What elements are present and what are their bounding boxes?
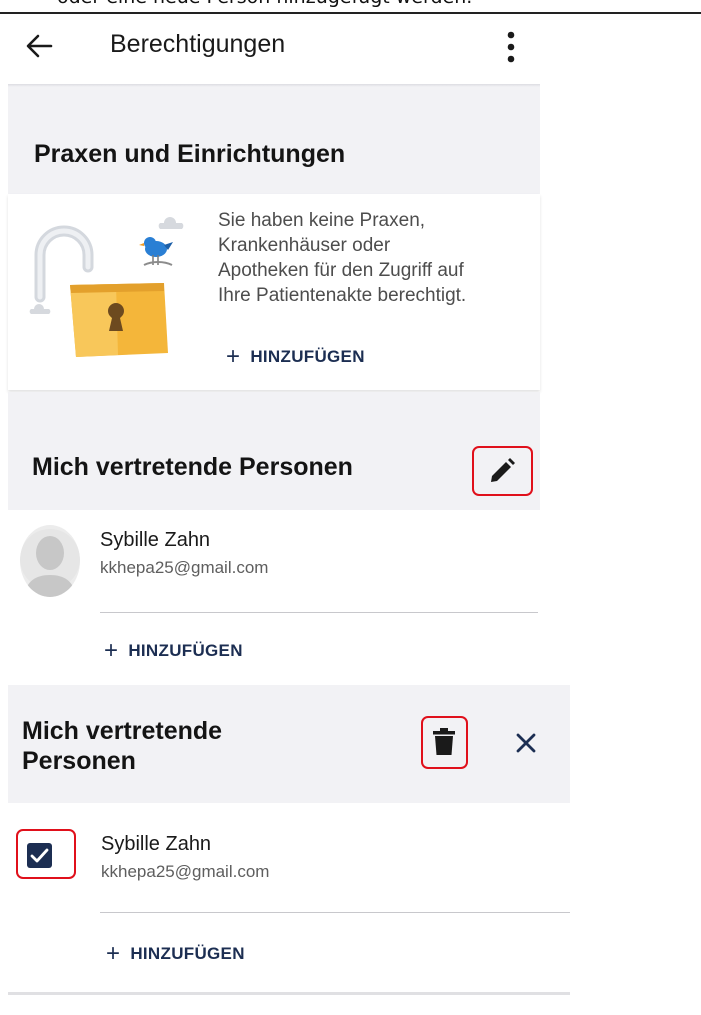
- representatives-edit-title: Mich vertretende Personen: [22, 716, 222, 776]
- more-vert-icon[interactable]: [504, 30, 518, 64]
- add-practice-label: HINZUFÜGEN: [250, 347, 365, 366]
- representatives-list: [8, 510, 540, 660]
- document-caption-text: oder eine neue Person hinzugefügt werden…: [57, 0, 472, 8]
- add-representative-button[interactable]: + HINZUFÜGEN: [104, 637, 243, 665]
- representatives-section-header: [8, 392, 540, 510]
- list-divider: [100, 612, 538, 613]
- person-name: Sybille Zahn: [100, 529, 211, 551]
- add-representative-label: HINZUFÜGEN: [128, 641, 243, 660]
- representative-edit-item[interactable]: Sybille Zahn kkhepa25@gmail.com: [101, 833, 269, 882]
- representative-item[interactable]: Sybille Zahn kkhepa25@gmail.com: [100, 529, 268, 578]
- plus-icon: +: [104, 637, 119, 664]
- close-icon[interactable]: [515, 732, 537, 754]
- practices-empty-message: Sie haben keine Praxen, Krankenhäuser od…: [218, 208, 538, 308]
- document-caption: oder eine neue Person hinzugefügt werden…: [0, 0, 701, 12]
- trash-icon[interactable]: [432, 727, 456, 757]
- arrow-back-icon[interactable]: [24, 30, 54, 62]
- plus-icon: +: [106, 940, 121, 967]
- page-title: Berechtigungen: [110, 30, 286, 58]
- select-person-checkbox[interactable]: [27, 843, 52, 868]
- pencil-edit-icon[interactable]: [487, 456, 517, 486]
- edit-title-line: Mich vertretende: [22, 717, 223, 745]
- list-divider: [100, 912, 570, 913]
- person-email: kkhepa25@gmail.com: [101, 862, 270, 881]
- edit-title-line: Personen: [22, 747, 136, 775]
- bottom-divider: [8, 992, 570, 995]
- empty-message-line: Ihre Patientenakte berechtigt.: [218, 285, 467, 306]
- add-representative-edit-label: HINZUFÜGEN: [130, 944, 245, 963]
- avatar: [20, 525, 80, 597]
- person-name: Sybille Zahn: [101, 833, 212, 855]
- add-practice-button[interactable]: + HINZUFÜGEN: [226, 343, 365, 371]
- plus-icon: +: [226, 343, 241, 370]
- open-padlock-illustration: [18, 205, 198, 365]
- empty-message-line: Sie haben keine Praxen,: [218, 210, 426, 231]
- empty-message-line: Krankenhäuser oder: [218, 235, 391, 256]
- add-representative-edit-button[interactable]: + HINZUFÜGEN: [106, 940, 245, 968]
- empty-message-line: Apotheken für den Zugriff auf: [218, 260, 464, 281]
- person-email: kkhepa25@gmail.com: [100, 558, 269, 577]
- representatives-edit-list: [8, 803, 570, 993]
- practices-section-title: Praxen und Einrichtungen: [34, 140, 346, 168]
- representatives-section-title: Mich vertretende Personen: [32, 453, 353, 481]
